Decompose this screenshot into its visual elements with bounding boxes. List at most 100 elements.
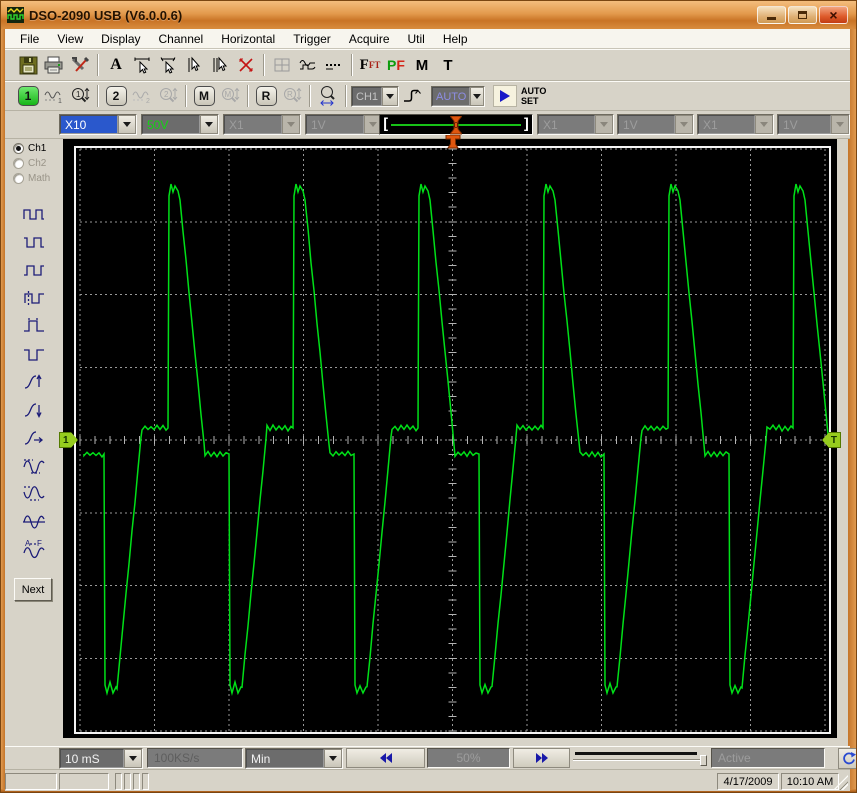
ref-vzoom-button[interactable]: R (279, 84, 305, 109)
svg-text:2: 2 (164, 90, 169, 99)
dropdown-arrow-button[interactable] (200, 115, 218, 134)
measure-rise-time-button[interactable] (5, 368, 63, 396)
reference-wave-button[interactable] (295, 53, 321, 78)
dropdown-arrow-button[interactable] (124, 749, 142, 768)
measure-pos-pulse-button[interactable] (5, 312, 63, 340)
measure-neg-width-button[interactable] (5, 228, 63, 256)
measure-neg-pulse-button[interactable] (5, 340, 63, 368)
math-enable-button[interactable]: M (191, 84, 217, 109)
interpolation-select[interactable]: Min (245, 748, 343, 769)
close-button[interactable]: × (819, 6, 848, 24)
maximize-button[interactable] (788, 6, 817, 24)
h-zoom-icon (318, 85, 338, 107)
measure-duty-cycle-button[interactable] (5, 284, 63, 312)
math-button[interactable]: M (409, 53, 435, 78)
grid-toggle-button[interactable] (269, 53, 295, 78)
radio-ch1-circle (13, 143, 24, 154)
menu-util[interactable]: Util (399, 30, 434, 48)
trigger-mode-select[interactable]: AUTO (431, 86, 485, 107)
text-label-button[interactable]: T (435, 53, 461, 78)
menu-display[interactable]: Display (92, 30, 149, 48)
slider-handle[interactable] (700, 755, 707, 766)
ref-enable-button[interactable]: R (253, 84, 279, 109)
fft-button[interactable]: FFT (357, 53, 383, 78)
dropdown-arrow-button[interactable] (324, 749, 342, 768)
measure-rise-time-icon (22, 370, 46, 394)
measure-custom-af-button[interactable]: AF (5, 536, 63, 564)
ch1-level-marker[interactable]: 1 (59, 432, 78, 448)
ch2-enable-button[interactable]: 2 (103, 84, 129, 109)
dropdown-arrow-button[interactable] (382, 87, 398, 106)
math-zoom-icon: M (220, 86, 240, 106)
bracket-left: [ (380, 117, 391, 132)
ref-probe-select: X1 (697, 114, 774, 135)
horizontal-zoom-button[interactable] (315, 84, 341, 109)
dropdown-arrow-button[interactable] (118, 115, 136, 134)
trigger-level-marker[interactable]: T (822, 432, 841, 448)
radio-ch1[interactable]: Ch1 (5, 141, 63, 156)
menu-help[interactable]: Help (434, 30, 477, 48)
scroll-left-button[interactable] (346, 748, 425, 768)
measure-amplitude-button[interactable] (5, 452, 63, 480)
menu-channel[interactable]: Channel (150, 30, 213, 48)
measure-edge-button[interactable] (5, 424, 63, 452)
cursor-ibeam-icon (211, 56, 229, 74)
ch1-waveform-button[interactable]: 1 (41, 84, 67, 109)
waveform-plot[interactable] (76, 148, 829, 732)
trigger-slope-button[interactable] (399, 84, 425, 109)
measure-custom-af-icon: AF (22, 538, 46, 562)
math-vzoom-button[interactable]: M (217, 84, 243, 109)
scope-display[interactable]: 1 T (63, 139, 837, 738)
trigger-position-marker[interactable]: 0 (450, 116, 462, 135)
trigger-time-marker[interactable] (445, 135, 461, 149)
menu-file[interactable]: File (11, 30, 48, 48)
pass-fail-button[interactable]: PF (383, 53, 409, 78)
persistence-button[interactable] (321, 53, 347, 78)
delete-cursor-button[interactable] (233, 53, 259, 78)
measure-fall-time-button[interactable] (5, 396, 63, 424)
measure-pos-width-button[interactable] (5, 200, 63, 228)
dropdown-arrow-button[interactable] (470, 87, 484, 106)
menu-acquire[interactable]: Acquire (340, 30, 399, 48)
scroll-right-button[interactable] (513, 748, 570, 768)
bracket-right: ] (521, 117, 532, 132)
cursor-ibeam-button[interactable] (207, 53, 233, 78)
ch2-zoom-icon: 2 (158, 86, 178, 106)
menu-horizontal[interactable]: Horizontal (212, 30, 284, 48)
run-button[interactable] (493, 85, 517, 107)
trigger-source-select[interactable]: CH1 (351, 86, 399, 107)
ch1-enable-button[interactable]: 1 (15, 84, 41, 109)
trigger-position-slider[interactable]: [ 0 ] (379, 114, 533, 135)
radio-math[interactable]: Math (5, 171, 63, 186)
refresh-button[interactable] (838, 748, 857, 769)
save-button[interactable] (15, 53, 41, 78)
horizontal-position-slider[interactable] (573, 750, 707, 766)
next-button[interactable]: Next (14, 578, 52, 601)
toolbar-main: A (5, 49, 850, 81)
autoset-button[interactable]: AUTO SET (521, 86, 546, 107)
measure-edge-icon (22, 426, 46, 450)
print-button[interactable] (41, 53, 67, 78)
measure-period-button[interactable] (5, 256, 63, 284)
text-annotation-button[interactable]: A (103, 53, 129, 78)
ch2-key: 2 (106, 86, 127, 106)
cursor-arrow-button[interactable] (181, 53, 207, 78)
measure-mean-button[interactable] (5, 508, 63, 536)
cursor-vertical-button[interactable] (155, 53, 181, 78)
menu-trigger[interactable]: Trigger (284, 30, 340, 48)
trigger-mode-value: AUTO (432, 87, 470, 106)
cursor-horizontal-button[interactable] (129, 53, 155, 78)
radio-ch2[interactable]: Ch2 (5, 156, 63, 171)
menu-view[interactable]: View (48, 30, 92, 48)
ch1-probe-select[interactable]: X10 (59, 114, 137, 135)
ch2-volts-value: 1V (306, 115, 364, 134)
minimize-button[interactable] (757, 6, 786, 24)
timebase-select[interactable]: 10 mS (59, 748, 143, 769)
ch2-vzoom-button[interactable]: 2 (155, 84, 181, 109)
ch1-vzoom-button[interactable]: 1 (67, 84, 93, 109)
measure-min-button[interactable] (5, 480, 63, 508)
interpolation-value: Min (246, 749, 324, 768)
ch1-volts-select[interactable]: 50V (141, 114, 219, 135)
ch2-waveform-button[interactable]: 2 (129, 84, 155, 109)
settings-button[interactable] (67, 53, 93, 78)
